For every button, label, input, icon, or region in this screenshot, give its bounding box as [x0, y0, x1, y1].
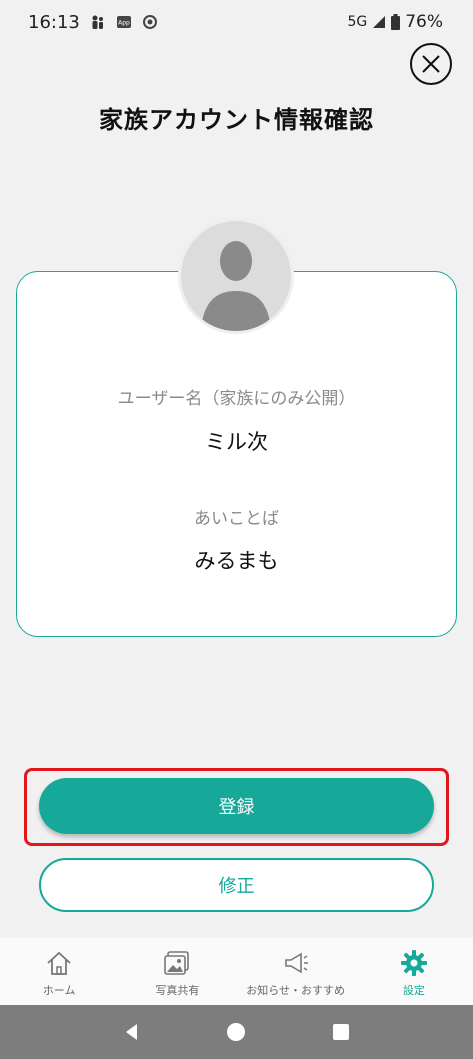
home-button[interactable] [224, 1020, 248, 1044]
app-notification-icon: App [117, 16, 131, 28]
home-icon [47, 951, 71, 975]
network-type: 5G [347, 14, 368, 30]
battery-percent: 76% [405, 12, 443, 32]
status-bar: 16:13 App 5G 76% [0, 0, 473, 46]
passphrase-label: あいことば [194, 509, 279, 529]
avatar [178, 218, 294, 334]
recents-button[interactable] [329, 1020, 353, 1044]
bottom-nav: ホーム 写真共有 お知らせ・おすすめ 設定 [0, 938, 473, 1005]
username-label: ユーザー名（家族にのみ公開） [117, 389, 356, 409]
nav-news-label: お知らせ・おすすめ [246, 984, 346, 997]
nav-photos-label: 写真共有 [155, 984, 200, 997]
user-silhouette-icon [201, 241, 271, 331]
page-title: 家族アカウント情報確認 [99, 106, 374, 134]
notification-icons: App [90, 14, 158, 30]
nav-settings-label: 設定 [402, 984, 425, 997]
nav-settings[interactable]: 設定 [355, 938, 473, 1005]
svg-text:App: App [118, 20, 130, 27]
back-triangle-icon [126, 1024, 138, 1040]
system-nav-bar [0, 1005, 473, 1059]
username-value: ミル次 [205, 430, 268, 454]
modify-button[interactable]: 修正 [39, 858, 434, 912]
close-icon [422, 55, 440, 73]
nav-news[interactable]: お知らせ・おすすめ [237, 938, 355, 1005]
megaphone-icon [284, 952, 308, 974]
signal-icon [373, 16, 386, 28]
battery-icon [391, 14, 401, 30]
photos-icon [164, 951, 190, 975]
nav-home-label: ホーム [42, 984, 76, 997]
register-button[interactable]: 登録 [39, 778, 434, 834]
status-time: 16:13 [28, 12, 80, 33]
status-right: 5G 76% [347, 12, 443, 32]
nav-home[interactable]: ホーム [0, 938, 118, 1005]
passphrase-value: みるまも [194, 549, 279, 573]
home-circle-icon [227, 1023, 246, 1041]
family-notification-icon [92, 15, 103, 29]
recents-square-icon [332, 1024, 349, 1040]
close-button[interactable] [410, 43, 452, 85]
back-button[interactable] [120, 1020, 144, 1044]
gear-icon [400, 950, 427, 976]
nav-photos[interactable]: 写真共有 [118, 938, 236, 1005]
record-icon [143, 15, 157, 29]
